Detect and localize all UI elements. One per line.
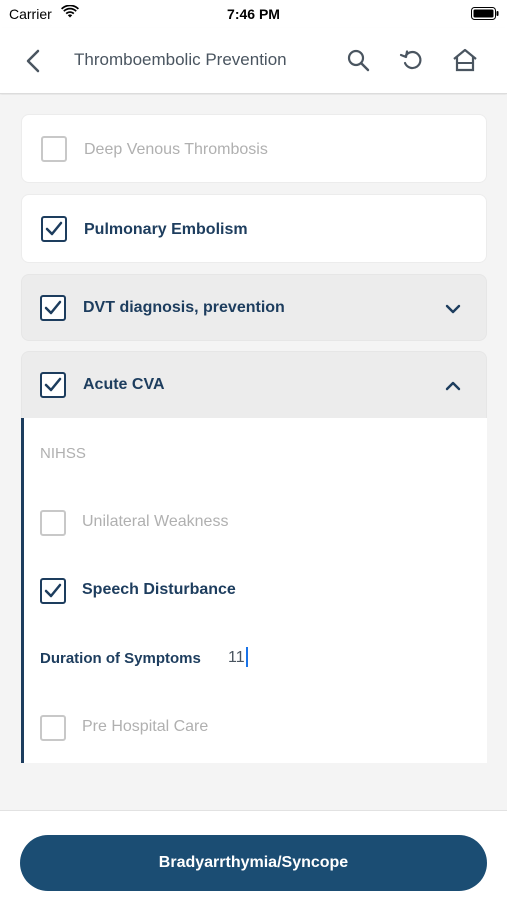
item-label: Acute CVA — [83, 376, 165, 393]
section-heading-nihss: NIHSS — [40, 445, 86, 462]
page-title: Thromboembolic Prevention — [74, 50, 287, 69]
item-dvt-diagnosis-prevention[interactable]: DVT diagnosis, prevention — [21, 274, 487, 341]
item-acute-cva[interactable]: Acute CVA — [21, 351, 487, 419]
nav-bar: Thromboembolic Prevention — [0, 28, 507, 94]
home-icon[interactable] — [450, 45, 480, 75]
option-speech-disturbance[interactable]: Speech Disturbance — [24, 566, 484, 616]
checkbox-checked-icon[interactable] — [40, 295, 66, 321]
item-label: Deep Venous Thrombosis — [84, 141, 268, 158]
status-bar: Carrier 7:46 PM — [0, 0, 507, 28]
chevron-up-icon[interactable] — [444, 379, 462, 391]
content-list: Deep Venous Thrombosis Pulmonary Embolis… — [0, 95, 507, 810]
duration-value: 11 — [228, 649, 245, 666]
duration-label: Duration of Symptoms — [40, 650, 201, 667]
bradyarrhythmia-syncope-button[interactable]: Bradyarrthymia/Syncope — [20, 835, 487, 891]
chevron-down-icon[interactable] — [444, 302, 462, 314]
option-label: Speech Disturbance — [82, 581, 236, 598]
checkbox-checked-icon[interactable] — [41, 216, 67, 242]
refresh-icon[interactable] — [397, 45, 427, 75]
checkbox-checked-icon[interactable] — [40, 578, 66, 604]
duration-input[interactable]: 11 — [228, 646, 308, 672]
text-cursor — [246, 647, 248, 667]
footer: Bradyarrthymia/Syncope — [0, 810, 507, 900]
item-label: Pulmonary Embolism — [84, 221, 248, 238]
search-icon[interactable] — [343, 45, 373, 75]
battery-icon — [471, 7, 499, 23]
checkbox-unchecked-icon[interactable] — [41, 136, 67, 162]
checkbox-unchecked-icon[interactable] — [40, 715, 66, 741]
item-deep-venous-thrombosis[interactable]: Deep Venous Thrombosis — [21, 114, 487, 183]
option-label: Unilateral Weakness — [82, 513, 229, 530]
duration-of-symptoms-row: Duration of Symptoms 11 — [24, 640, 484, 680]
item-label: DVT diagnosis, prevention — [83, 299, 285, 316]
option-unilateral-weakness[interactable]: Unilateral Weakness — [24, 498, 484, 548]
item-pulmonary-embolism[interactable]: Pulmonary Embolism — [21, 194, 487, 263]
option-label: Pre Hospital Care — [82, 718, 209, 735]
acute-cva-details: NIHSS Unilateral Weakness Speech Disturb… — [21, 418, 487, 763]
back-icon[interactable] — [20, 46, 48, 76]
clock: 7:46 PM — [227, 6, 280, 22]
checkbox-unchecked-icon[interactable] — [40, 510, 66, 536]
checkbox-checked-icon[interactable] — [40, 372, 66, 398]
option-pre-hospital-care[interactable]: Pre Hospital Care — [24, 703, 484, 753]
